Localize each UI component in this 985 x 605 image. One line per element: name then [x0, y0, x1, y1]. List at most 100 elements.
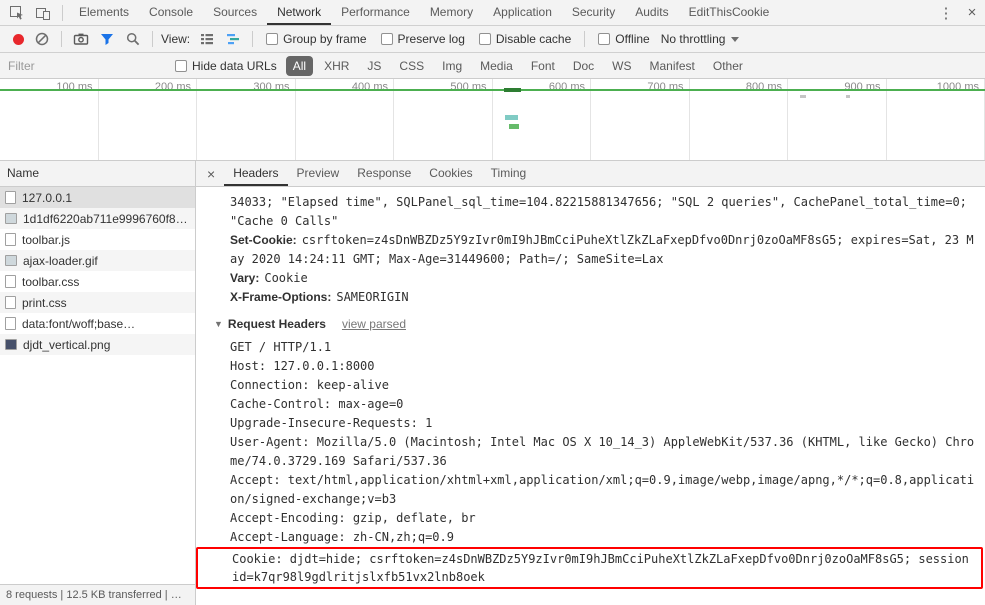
filter-pill-font[interactable]: Font — [524, 56, 562, 76]
timeline-tick: 400 ms — [296, 79, 394, 160]
filter-pill-all[interactable]: All — [285, 55, 314, 76]
devtools-tab-bar: Elements Console Sources Network Perform… — [0, 0, 985, 26]
clear-icon[interactable] — [34, 31, 50, 47]
request-list: 127.0.0.1 1d1df6220ab711e9996760f8… tool… — [0, 187, 195, 584]
filter-pill-doc[interactable]: Doc — [566, 56, 601, 76]
throttling-select[interactable]: No throttling — [661, 32, 740, 46]
search-icon[interactable] — [125, 31, 141, 47]
timeline-grid: 100 ms 200 ms 300 ms 400 ms 500 ms 600 m… — [0, 79, 985, 160]
group-by-frame-checkbox[interactable]: Group by frame — [266, 32, 367, 46]
tab-memory[interactable]: Memory — [420, 0, 483, 25]
request-row[interactable]: 1d1df6220ab711e9996760f8… — [0, 208, 195, 229]
name-column-header[interactable]: Name — [0, 161, 195, 187]
request-headers-section[interactable]: ▼ Request Headers view parsed — [196, 315, 985, 334]
image-icon — [5, 255, 17, 266]
tab-editthiscookie[interactable]: EditThisCookie — [679, 0, 780, 25]
overview-activity-mark — [800, 95, 806, 98]
request-name: 1d1df6220ab711e9996760f8… — [23, 211, 188, 226]
menu-icon[interactable]: ⋮ — [933, 0, 959, 25]
filter-pill-js[interactable]: JS — [360, 56, 388, 76]
filter-pill-xhr[interactable]: XHR — [317, 56, 356, 76]
device-toolbar-icon[interactable] — [30, 0, 56, 25]
filter-pill-manifest[interactable]: Manifest — [643, 56, 702, 76]
tab-application[interactable]: Application — [483, 0, 562, 25]
preserve-log-checkbox[interactable]: Preserve log — [380, 32, 465, 46]
filter-pill-other[interactable]: Other — [706, 56, 750, 76]
cookie-highlight-box: Cookie: djdt=hide; csrftoken=z4sDnWBZDz5… — [196, 547, 983, 589]
tab-sources[interactable]: Sources — [203, 0, 267, 25]
request-row[interactable]: print.css — [0, 292, 195, 313]
tab-headers[interactable]: Headers — [224, 161, 288, 186]
divider — [61, 31, 62, 47]
response-header-row: X-Frame-Options: SAMEORIGIN — [196, 288, 985, 307]
request-row[interactable]: 127.0.0.1 — [0, 187, 195, 208]
offline-checkbox[interactable]: Offline — [598, 32, 650, 46]
close-details-icon[interactable]: × — [198, 166, 224, 182]
timeline-tick: 200 ms — [99, 79, 197, 160]
group-by-frame-label: Group by frame — [283, 32, 367, 46]
tab-elements[interactable]: Elements — [69, 0, 139, 25]
network-toolbar: View: Group by frame Preserve log Disabl… — [0, 26, 985, 53]
throttling-value: No throttling — [660, 32, 726, 46]
request-row[interactable]: toolbar.js — [0, 229, 195, 250]
request-row[interactable]: toolbar.css — [0, 271, 195, 292]
record-icon[interactable] — [13, 33, 24, 45]
disable-cache-label: Disable cache — [495, 32, 572, 46]
close-devtools-icon[interactable]: × — [959, 0, 985, 25]
filter-pill-ws[interactable]: WS — [605, 56, 638, 76]
checkbox-icon — [175, 59, 187, 72]
header-value: SAMEORIGIN — [336, 290, 409, 304]
filter-input[interactable] — [8, 58, 168, 73]
filter-pill-css[interactable]: CSS — [392, 56, 431, 76]
overview-view-icon[interactable] — [225, 31, 241, 47]
header-name: X-Frame-Options: — [230, 290, 332, 304]
filter-pill-img[interactable]: Img — [435, 56, 469, 76]
network-overview-timeline[interactable]: 100 ms 200 ms 300 ms 400 ms 500 ms 600 m… — [0, 79, 985, 161]
tab-response[interactable]: Response — [348, 161, 420, 186]
tab-timing[interactable]: Timing — [482, 161, 536, 186]
offline-label: Offline — [615, 32, 650, 46]
document-icon — [5, 191, 16, 204]
tab-console[interactable]: Console — [139, 0, 203, 25]
inspect-element-icon[interactable] — [4, 0, 30, 25]
raw-header-line: Upgrade-Insecure-Requests: 1 — [230, 416, 433, 430]
header-name: Vary: — [230, 271, 260, 285]
divider — [152, 31, 153, 47]
filter-funnel-icon[interactable] — [99, 31, 115, 47]
script-icon — [5, 233, 16, 246]
chevron-down-icon — [731, 36, 740, 42]
timeline-tick: 300 ms — [197, 79, 296, 160]
tab-cookies[interactable]: Cookies — [420, 161, 481, 186]
response-header-row: Vary: Cookie — [196, 269, 985, 288]
checkbox-icon — [478, 33, 491, 45]
request-row[interactable]: djdt_vertical.png — [0, 334, 195, 355]
request-name: ajax-loader.gif — [23, 253, 98, 268]
overview-activity-mark — [509, 124, 519, 129]
tab-network[interactable]: Network — [267, 0, 332, 25]
raw-header-line: Host: 127.0.0.1:8000 — [230, 359, 375, 373]
hide-data-urls-checkbox[interactable]: Hide data URLs — [175, 59, 277, 73]
tab-security[interactable]: Security — [562, 0, 625, 25]
checkbox-icon — [266, 33, 279, 45]
capture-screenshots-icon[interactable] — [73, 31, 89, 47]
view-parsed-link[interactable]: view parsed — [342, 317, 406, 331]
raw-header-line: Accept: text/html,application/xhtml+xml,… — [230, 473, 975, 506]
font-icon — [5, 317, 16, 330]
tab-preview[interactable]: Preview — [288, 161, 349, 186]
network-main-split: Name 127.0.0.1 1d1df6220ab711e9996760f8…… — [0, 161, 985, 605]
divider — [62, 4, 63, 21]
request-row[interactable]: data:font/woff;base… — [0, 313, 195, 334]
request-row[interactable]: ajax-loader.gif — [0, 250, 195, 271]
tab-performance[interactable]: Performance — [331, 0, 420, 25]
detail-tab-bar: × Headers Preview Response Cookies Timin… — [196, 161, 985, 187]
tab-audits[interactable]: Audits — [625, 0, 678, 25]
triangle-down-icon: ▼ — [214, 319, 223, 329]
request-name: 127.0.0.1 — [22, 190, 73, 205]
divider — [252, 31, 254, 47]
hide-data-urls-label: Hide data URLs — [192, 58, 277, 73]
large-rows-view-icon[interactable] — [199, 31, 215, 47]
filter-pill-media[interactable]: Media — [473, 56, 520, 76]
header-name: Set-Cookie: — [230, 233, 297, 247]
header-value: csrftoken=z4sDnWBZDz5Y9zIvr0mI9hJBmCciPu… — [230, 233, 974, 266]
disable-cache-checkbox[interactable]: Disable cache — [478, 32, 572, 46]
